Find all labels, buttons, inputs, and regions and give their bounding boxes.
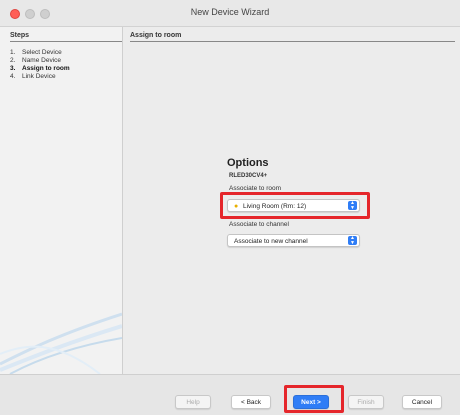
step-number: 3. <box>10 65 16 72</box>
steps-sidebar: Steps 1. Select Device 2. Name Device 3. As… <box>0 27 123 374</box>
window-title: New Device Wizard <box>190 7 270 17</box>
button-bar: Help < Back Next > Finish Cancel <box>0 374 460 415</box>
step-item-name-device: 2. Name Device <box>10 57 70 65</box>
page-heading: Assign to room <box>130 32 455 42</box>
back-button[interactable]: < Back <box>231 395 271 409</box>
steps-list: 1. Select Device 2. Name Device 3. Assign t… <box>10 49 70 81</box>
cancel-button[interactable]: Cancel <box>402 395 442 409</box>
channel-select-value: Associate to new channel <box>234 238 308 245</box>
wizard-window: New Device Wizard Steps 1. Select Device … <box>0 0 460 415</box>
step-number: 2. <box>10 57 16 64</box>
room-field-label: Associate to room <box>229 185 282 192</box>
channel-select[interactable]: Associate to new channel ▲ ▼ <box>227 234 360 247</box>
help-button[interactable]: Help <box>175 395 211 409</box>
main-panel: Assign to room Options RLED30CV4+ Associ… <box>123 27 460 374</box>
room-select[interactable]: ● Living Room (Rm: 12) ▲ ▼ <box>227 199 360 212</box>
step-item-select-device: 1. Select Device <box>10 49 70 57</box>
step-item-assign-to-room: 3. Assign to room <box>10 65 70 73</box>
step-label: Select Device <box>22 49 62 56</box>
options-title: Options <box>227 157 269 169</box>
step-number: 4. <box>10 73 16 80</box>
device-code: RLED30CV4+ <box>229 173 268 179</box>
step-item-link-device: 4. Link Device <box>10 73 70 81</box>
steps-heading: Steps <box>10 32 122 42</box>
wizard-wave-graphic <box>0 312 122 374</box>
up-down-chevron-icon: ▲ ▼ <box>348 201 357 210</box>
step-label: Name Device <box>22 57 62 64</box>
next-button-highlight <box>284 385 344 413</box>
step-label: Assign to room <box>22 65 70 72</box>
lightbulb-icon: ● <box>234 203 239 210</box>
title-bar: New Device Wizard <box>0 0 460 27</box>
channel-field-label: Associate to channel <box>229 221 289 228</box>
room-select-value: Living Room (Rm: 12) <box>243 203 307 210</box>
step-number: 1. <box>10 49 16 56</box>
step-label: Link Device <box>22 73 56 80</box>
up-down-chevron-icon: ▲ ▼ <box>348 236 357 245</box>
finish-button[interactable]: Finish <box>348 395 384 409</box>
